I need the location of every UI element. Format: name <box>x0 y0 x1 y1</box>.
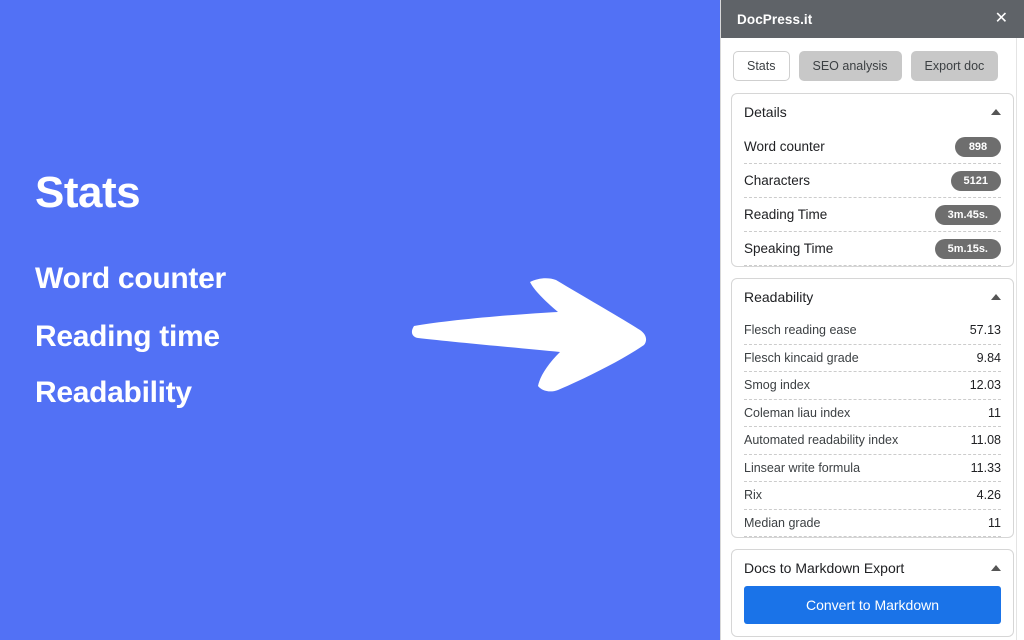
row-label-automated-readability-index: Automated readability index <box>744 433 899 448</box>
row-value-coleman-liau-index: 11 <box>988 405 1001 420</box>
caret-up-icon[interactable] <box>991 109 1001 115</box>
promo-feature-reading-time: Reading time <box>35 320 220 353</box>
row-value-flesch-reading-ease: 57.13 <box>969 323 1001 338</box>
row-value-automated-readability-index: 11.08 <box>970 433 1001 448</box>
table-row: Characters 5121 <box>744 164 1001 198</box>
caret-up-icon[interactable] <box>991 294 1001 300</box>
tab-seo-analysis[interactable]: SEO analysis <box>798 51 902 81</box>
promo-panel: Stats Word counter Reading time Readabil… <box>0 0 720 640</box>
table-row: Flesch kincaid grade 9.84 <box>744 345 1001 372</box>
table-row: Automated readability index 11.08 <box>744 427 1001 455</box>
sidebar-scrollbar[interactable] <box>1016 38 1024 640</box>
row-label-word-counter: Word counter <box>744 139 825 154</box>
table-row: Reading Time 3m.45s. <box>744 198 1001 232</box>
table-row: Coleman liau index 11 <box>744 400 1001 427</box>
arrow-right-icon <box>411 278 647 392</box>
caret-up-icon[interactable] <box>991 565 1001 571</box>
status-badge-characters: 5121 <box>950 170 1001 191</box>
readability-card: Readability Flesch reading ease 57.13 Fl… <box>731 278 1014 538</box>
docpress-sidebar: DocPress.it ✕ Stats SEO analysis Export … <box>720 0 1024 640</box>
details-card: Details Word counter 898 Characters 5121… <box>731 93 1014 267</box>
status-badge-reading-time: 3m.45s. <box>934 204 1001 225</box>
details-card-title: Details <box>744 104 787 120</box>
close-icon[interactable]: ✕ <box>993 9 1010 29</box>
status-badge-speaking-time: 5m.15s. <box>934 238 1001 259</box>
table-row: Flesch reading ease 57.13 <box>744 317 1001 345</box>
table-row: Linsear write formula 11.33 <box>744 455 1001 482</box>
row-value-linsear-write-formula: 11.33 <box>970 460 1001 475</box>
sidebar-header: DocPress.it ✕ <box>721 0 1024 38</box>
readability-card-header[interactable]: Readability <box>744 279 1001 315</box>
sidebar-body: Stats SEO analysis Export doc Details Wo… <box>721 38 1024 640</box>
convert-to-markdown-button[interactable]: Convert to Markdown <box>744 586 1001 624</box>
table-row: Median grade 11 <box>744 510 1001 537</box>
table-row: Word counter 898 <box>744 130 1001 164</box>
details-card-header[interactable]: Details <box>744 94 1001 130</box>
row-label-flesch-reading-ease: Flesch reading ease <box>744 323 857 338</box>
tab-bar: Stats SEO analysis Export doc <box>731 38 1014 93</box>
row-value-median-grade: 11 <box>988 515 1001 530</box>
readability-rows: Flesch reading ease 57.13 Flesch kincaid… <box>744 315 1001 537</box>
table-row: Smog index 12.03 <box>744 372 1001 400</box>
tab-stats[interactable]: Stats <box>733 51 790 81</box>
row-label-coleman-liau-index: Coleman liau index <box>744 405 851 420</box>
promo-feature-readability: Readability <box>35 376 192 409</box>
row-label-linsear-write-formula: Linsear write formula <box>744 460 861 475</box>
table-row: Rix 4.26 <box>744 482 1001 510</box>
table-row: Speaking Time 5m.15s. <box>744 232 1001 266</box>
tab-export-doc[interactable]: Export doc <box>910 51 999 81</box>
promo-title: Stats <box>35 168 141 217</box>
row-value-rix: 4.26 <box>976 488 1001 503</box>
row-label-smog-index: Smog index <box>744 378 811 393</box>
row-label-speaking-time: Speaking Time <box>744 241 834 256</box>
app-title: DocPress.it <box>737 11 813 27</box>
row-label-flesch-kincaid-grade: Flesch kincaid grade <box>744 350 859 365</box>
markdown-export-card-title: Docs to Markdown Export <box>744 560 905 576</box>
readability-card-title: Readability <box>744 289 814 305</box>
row-value-flesch-kincaid-grade: 9.84 <box>976 350 1001 365</box>
row-label-characters: Characters <box>744 173 811 188</box>
status-badge-word-counter: 898 <box>955 136 1001 157</box>
markdown-export-card-header[interactable]: Docs to Markdown Export <box>744 550 1001 586</box>
row-value-smog-index: 12.03 <box>969 378 1001 393</box>
promo-feature-word-counter: Word counter <box>35 262 226 295</box>
row-label-rix: Rix <box>744 488 763 503</box>
row-label-median-grade: Median grade <box>744 515 821 530</box>
markdown-export-card: Docs to Markdown Export Convert to Markd… <box>731 549 1014 637</box>
row-label-reading-time: Reading Time <box>744 207 828 222</box>
